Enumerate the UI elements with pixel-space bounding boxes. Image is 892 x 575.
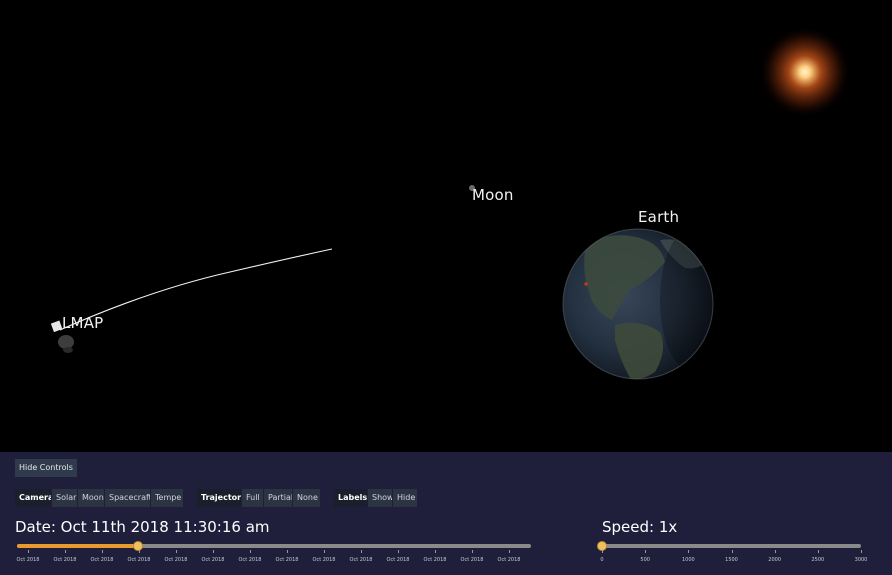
spacecraft-label: LMAP [62, 314, 104, 332]
speed-slider-tick-label: 500 [640, 557, 650, 563]
date-slider-tick [324, 550, 325, 553]
date-slider-tick-label: Oct 2018 [16, 557, 40, 563]
date-slider-tick-label: Oct 2018 [460, 557, 484, 563]
date-slider-tick [398, 550, 399, 553]
date-slider-tick [250, 550, 251, 553]
moon-label: Moon [472, 186, 514, 204]
date-slider-tick [435, 550, 436, 553]
date-slider-tick-label: Oct 2018 [423, 557, 447, 563]
camera-tempe-button[interactable]: Tempe [150, 489, 183, 507]
speed-slider-tick-label: 1000 [681, 557, 695, 563]
speed-slider-tick [602, 550, 603, 553]
camera-spacecraft-button[interactable]: Spacecraft [104, 489, 152, 507]
date-slider-tick [139, 550, 140, 553]
speed-readout: Speed: 1x [602, 518, 678, 536]
camera-group-title: Camera [15, 489, 53, 507]
date-slider-tick [65, 550, 66, 553]
speed-slider-tick-label: 2000 [768, 557, 782, 563]
speed-slider-tick [817, 550, 819, 553]
date-slider-tick-label: Oct 2018 [127, 557, 151, 563]
date-slider-tick-label: Oct 2018 [312, 557, 336, 563]
date-slider-tick-label: Oct 2018 [349, 557, 373, 563]
date-slider-tick-label: Oct 2018 [164, 557, 188, 563]
date-slider-tick-label: Oct 2018 [201, 557, 225, 563]
date-slider-tick-label: Oct 2018 [90, 557, 114, 563]
speed-slider-tick [688, 550, 690, 553]
sun-icon [759, 26, 851, 118]
3d-viewport[interactable]: Moon Earth LMAP [0, 0, 892, 452]
speed-slider-tick-label: 0 [600, 557, 604, 563]
trajectory-partial-button[interactable]: Partial [263, 489, 293, 507]
camera-moon-button[interactable]: Moon [77, 489, 104, 507]
speed-slider-tick-label: 1500 [725, 557, 738, 563]
speed-slider-tick [861, 550, 862, 553]
date-slider-tick [28, 550, 29, 553]
date-slider-tick [102, 550, 103, 553]
date-slider-tick-label: Oct 2018 [53, 557, 77, 563]
date-slider-tick [287, 550, 288, 553]
date-slider-fill [17, 544, 138, 548]
hide-controls-button[interactable]: Hide Controls [15, 459, 77, 477]
earth-label: Earth [638, 208, 680, 226]
scene-canvas [50, 26, 851, 380]
date-slider-handle[interactable] [132, 541, 143, 551]
earth-icon [562, 228, 714, 380]
date-slider-tick [472, 550, 473, 553]
date-slider-tick-label: Oct 2018 [497, 557, 521, 563]
speed-slider-track[interactable] [602, 544, 861, 548]
labels-hide-button[interactable]: Hide [392, 489, 417, 507]
date-slider-tick [213, 550, 214, 553]
date-slider-tick-label: Oct 2018 [238, 557, 262, 563]
trajectory-none-button[interactable]: None [292, 489, 320, 507]
speed-slider-tick-label: 3000 [854, 557, 868, 563]
date-slider-tick [361, 550, 362, 553]
trajectory-full-button[interactable]: Full [241, 489, 263, 507]
speed-slider-tick-label: 2500 [811, 557, 825, 563]
speed-slider-tick [731, 550, 733, 553]
speed-slider-tick [645, 550, 647, 553]
trajectory-group-title: Trajectory [197, 489, 246, 507]
speed-slider-tick [774, 550, 776, 553]
labels-group-title: Labels [334, 489, 367, 507]
labels-show-button[interactable]: Show [367, 489, 394, 507]
date-slider-tick [176, 550, 177, 553]
date-readout: Date: Oct 11th 2018 11:30:16 am [15, 518, 270, 536]
date-slider-tick-label: Oct 2018 [275, 557, 299, 563]
date-slider-tick-label: Oct 2018 [386, 557, 410, 563]
camera-solar-button[interactable]: Solar [51, 489, 77, 507]
control-panel: Hide Controls Camera Solar Moon Spacecra… [0, 452, 892, 575]
date-slider-tick [509, 550, 510, 553]
